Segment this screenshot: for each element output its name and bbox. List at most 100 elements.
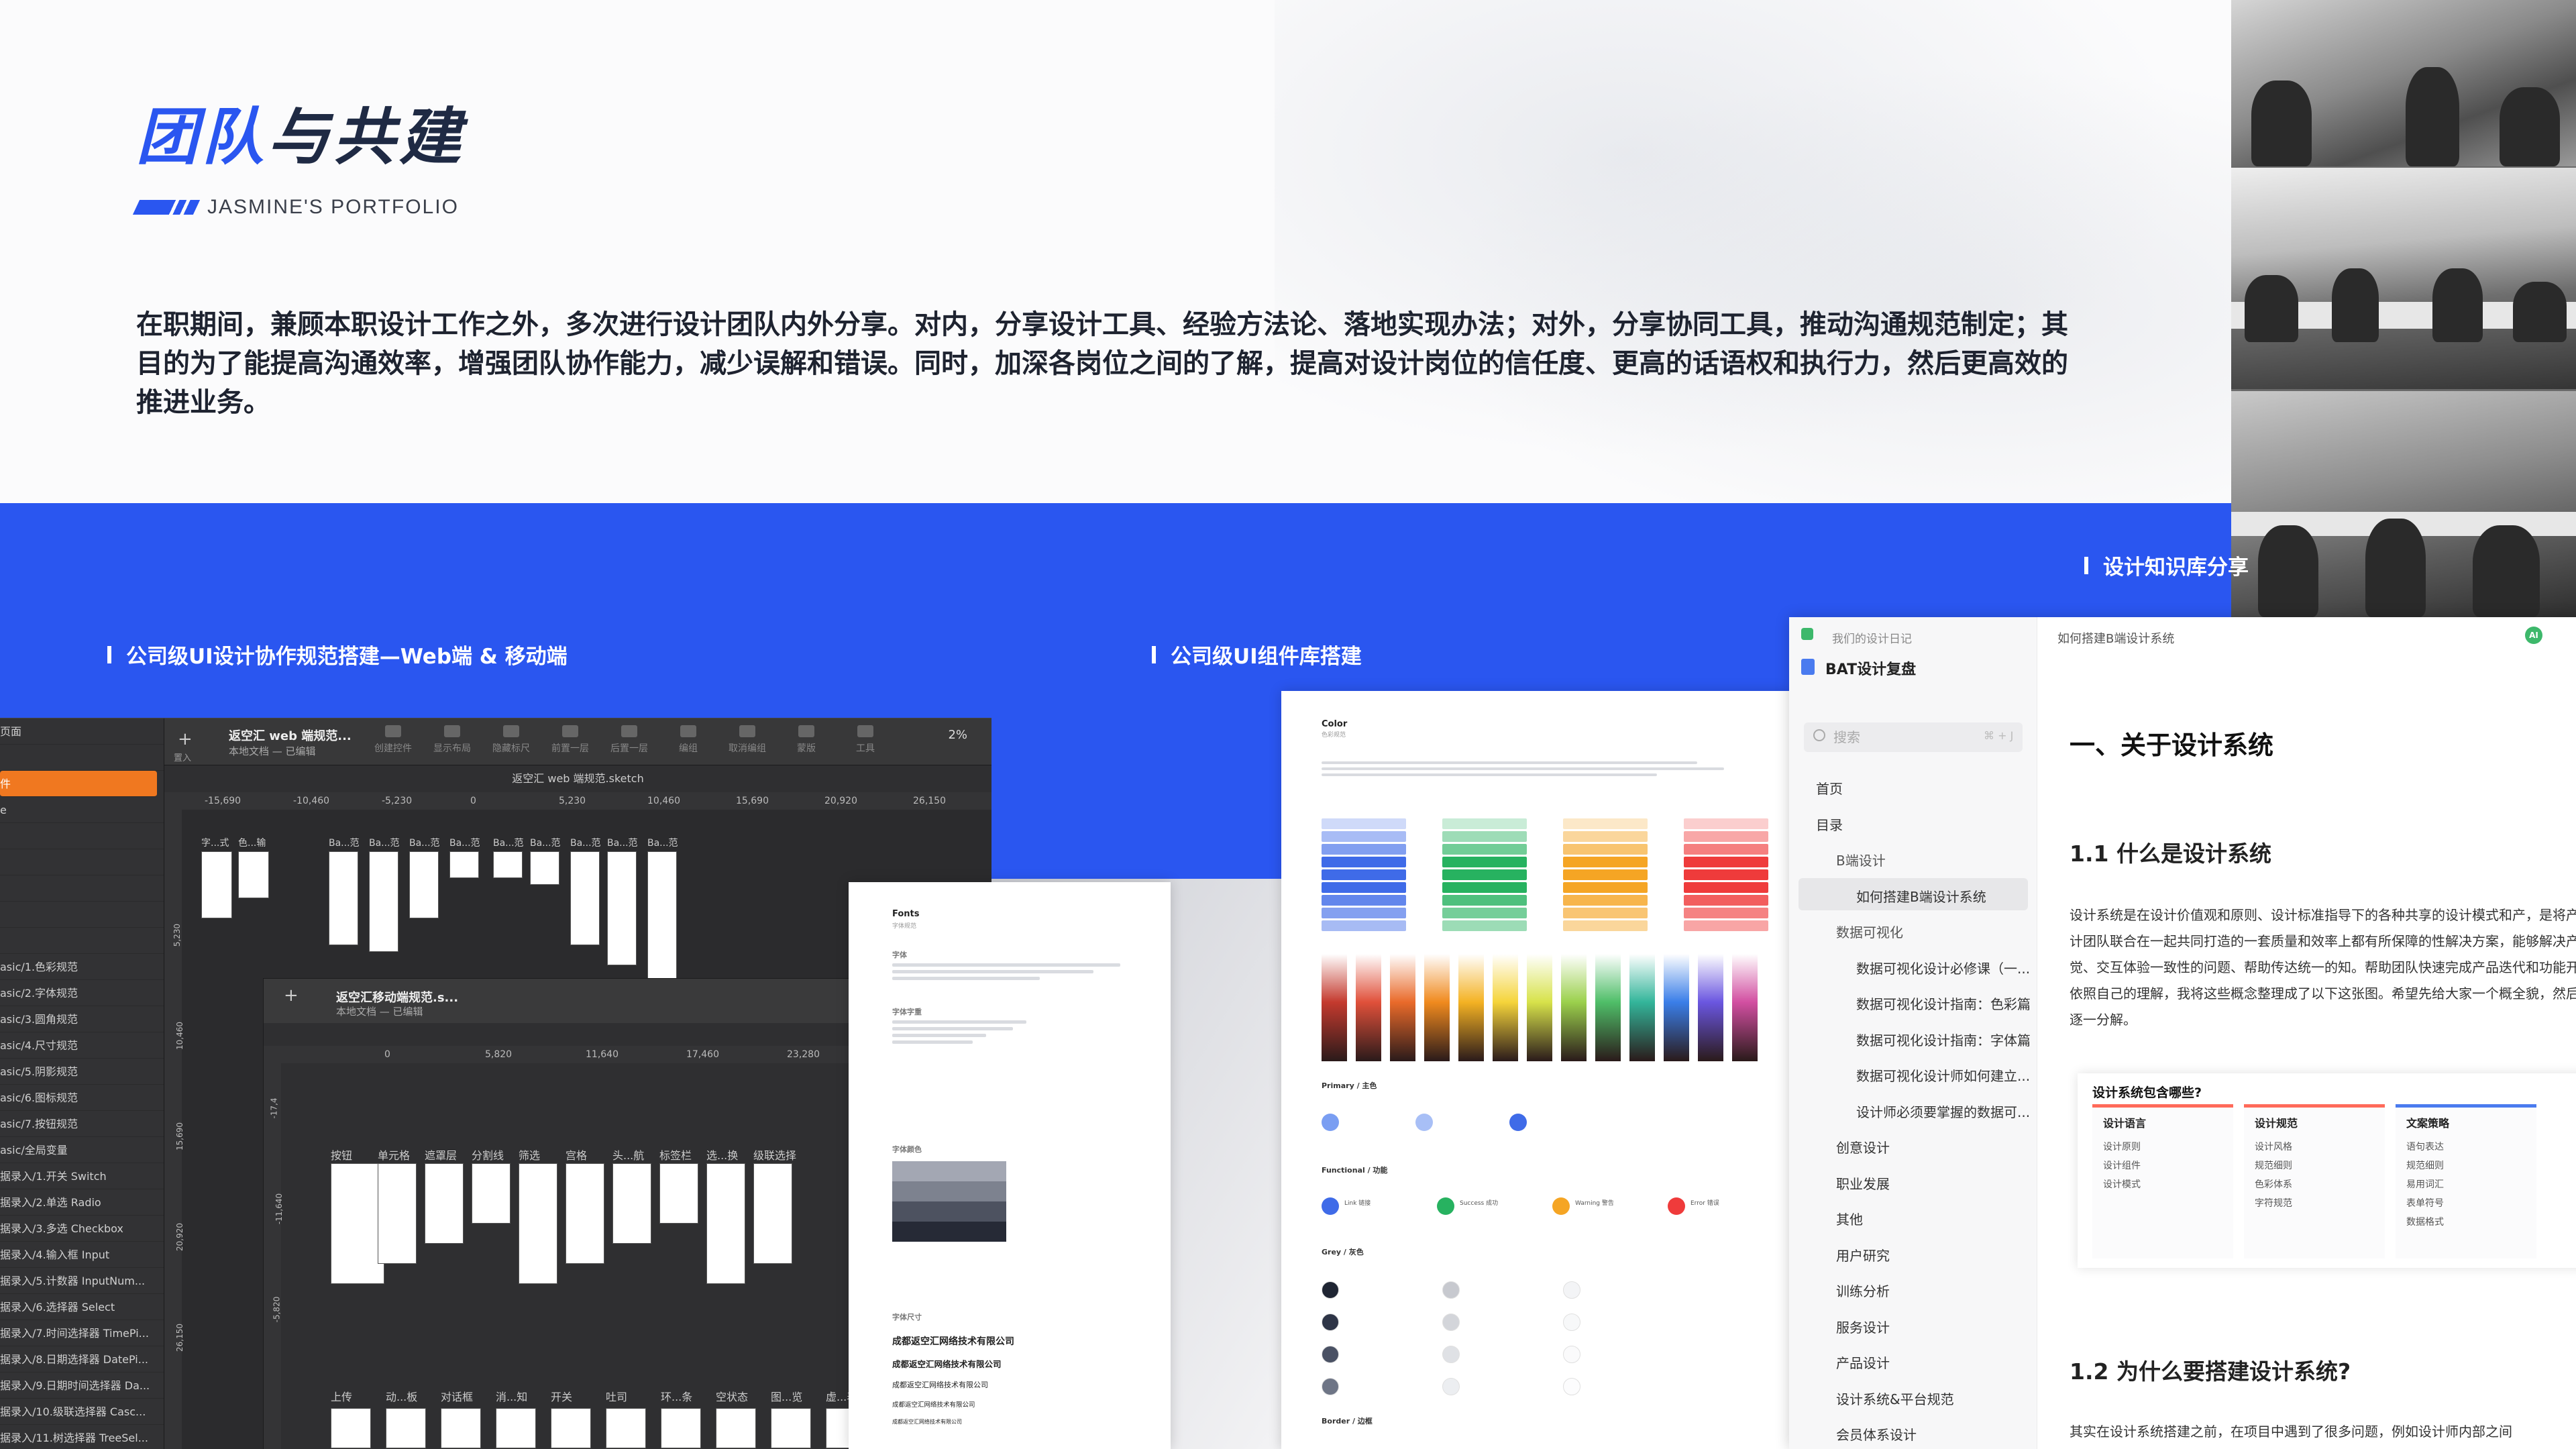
layer-item[interactable]: 据录入/7.时间选择器 TimePi...: [0, 1320, 164, 1346]
artboard[interactable]: [331, 1408, 371, 1448]
artboard[interactable]: [659, 1163, 698, 1224]
artboard[interactable]: [607, 851, 637, 965]
color-swatch: [1322, 895, 1406, 906]
layer-item[interactable]: 据录入/3.多选 Checkbox: [0, 1216, 164, 1242]
sketch-toolbar: + 置入 返空汇 web 端规范... 本地文档 — 已编辑 创建控件 显示布局 隐…: [164, 718, 991, 765]
doc-breadcrumb[interactable]: 我们的设计日记: [1832, 629, 1912, 646]
color-palette-column: [1684, 818, 1768, 933]
toolbar-tool[interactable]: 创建控件: [372, 725, 414, 755]
toolbar-tool[interactable]: 隐藏标尺: [490, 725, 532, 755]
nav-item[interactable]: B端设计: [1836, 850, 1886, 869]
zoom-level[interactable]: 2%: [948, 728, 967, 742]
artboard[interactable]: [472, 1163, 511, 1224]
layer-item[interactable]: [0, 849, 164, 875]
tool-icon: [798, 725, 814, 737]
artboard[interactable]: [238, 851, 269, 898]
artboard[interactable]: [519, 1163, 557, 1284]
artboard[interactable]: [331, 1163, 384, 1284]
artboard[interactable]: [661, 1408, 701, 1448]
artboard[interactable]: [570, 851, 600, 945]
artboard[interactable]: [201, 851, 232, 918]
nav-item[interactable]: 设计系统&平台规范: [1836, 1389, 1954, 1408]
layer-item[interactable]: [0, 745, 164, 771]
artboard[interactable]: [493, 851, 523, 878]
nav-item[interactable]: 产品设计: [1836, 1352, 1890, 1372]
spectrum-column: [1629, 954, 1655, 1061]
layer-item[interactable]: 据录入/10.级联选择器 Casc...: [0, 1399, 164, 1425]
nav-item[interactable]: 用户研究: [1836, 1245, 1890, 1265]
artboard[interactable]: [566, 1163, 604, 1264]
artboard[interactable]: [716, 1408, 756, 1448]
nav-item[interactable]: 数据可视化设计师如何建立...: [1856, 1065, 2030, 1085]
nav-item[interactable]: 创意设计: [1836, 1137, 1890, 1157]
toolbar-tool[interactable]: 取消编组: [727, 725, 768, 755]
artboard[interactable]: [612, 1163, 651, 1244]
layer-item[interactable]: 据录入/5.计数器 InputNum...: [0, 1268, 164, 1294]
layer-item[interactable]: asic/7.按钮规范: [0, 1111, 164, 1137]
layer-item[interactable]: 据录入/9.日期时间选择器 Da...: [0, 1373, 164, 1399]
nav-item[interactable]: 服务设计: [1836, 1317, 1890, 1336]
layer-item[interactable]: 据录入/6.选择器 Select: [0, 1294, 164, 1320]
artboard[interactable]: [771, 1408, 811, 1448]
layer-item[interactable]: asic/3.圆角规范: [0, 1006, 164, 1032]
layer-item[interactable]: asic/6.图标规范: [0, 1085, 164, 1111]
layer-item[interactable]: 据录入/2.单选 Radio: [0, 1189, 164, 1216]
layer-item[interactable]: 据录入/1.开关 Switch: [0, 1163, 164, 1189]
layer-item[interactable]: 据录入/8.日期选择器 DatePi...: [0, 1346, 164, 1373]
artboard[interactable]: [329, 851, 358, 945]
nav-item[interactable]: 数据可视化设计必修课（一...: [1856, 958, 2030, 977]
toolbar-tool[interactable]: 蒙版: [786, 725, 827, 755]
artboard[interactable]: [647, 851, 677, 985]
sketch-doc-title: 返空汇 web 端规范...: [229, 729, 352, 743]
add-icon[interactable]: +: [178, 729, 193, 749]
artboard[interactable]: [441, 1408, 481, 1448]
artboard[interactable]: [551, 1408, 591, 1448]
toolbar-tool[interactable]: 后置一层: [608, 725, 650, 755]
layer-item[interactable]: [0, 928, 164, 954]
ai-assistant-icon[interactable]: AI: [2525, 627, 2542, 644]
nav-item[interactable]: 如何搭建B端设计系统: [1856, 886, 1986, 906]
design-system-diagram: 设计系统包含哪些? 设计语言 设计原则 设计组件 设计模式 设计规范 设计风格 规范细则 色彩…: [2078, 1073, 2576, 1268]
layer-item[interactable]: [0, 823, 164, 849]
sketch-file-tab[interactable]: 返空汇 web 端规范.sketch: [164, 765, 991, 792]
grey-dot: [1563, 1346, 1580, 1363]
artboard[interactable]: [425, 1163, 464, 1244]
layer-item[interactable]: 据录入/11.树选择器 TreeSel...: [0, 1425, 164, 1449]
nav-item[interactable]: 数据可视化设计指南：色彩篇: [1856, 994, 2031, 1013]
layer-item[interactable]: 页面: [0, 718, 164, 745]
layer-item[interactable]: [0, 875, 164, 902]
layer-item[interactable]: 据录入/4.输入框 Input: [0, 1242, 164, 1268]
layer-item[interactable]: [0, 902, 164, 928]
nav-item[interactable]: 数据可视化设计指南：字体篇: [1856, 1030, 2031, 1049]
toolbar-tool[interactable]: 前置一层: [549, 725, 591, 755]
artboard[interactable]: [409, 851, 439, 918]
toolbar-tool[interactable]: 编组: [667, 725, 709, 755]
nav-item[interactable]: 训练分析: [1836, 1281, 1890, 1300]
nav-item[interactable]: 首页: [1816, 778, 1843, 798]
artboard[interactable]: [496, 1408, 536, 1448]
artboard[interactable]: [369, 851, 398, 952]
artboard[interactable]: [706, 1163, 745, 1284]
layer-item[interactable]: asic/1.色彩规范: [0, 954, 164, 980]
layer-item[interactable]: asic/4.尺寸规范: [0, 1032, 164, 1059]
artboard[interactable]: [449, 851, 479, 878]
toolbar-tool[interactable]: 工具: [845, 725, 886, 755]
layer-item[interactable]: asic/5.阴影规范: [0, 1059, 164, 1085]
layer-item[interactable]: e: [0, 797, 164, 823]
nav-item[interactable]: 设计师必须要掌握的数据可...: [1856, 1102, 2030, 1121]
nav-item[interactable]: 目录: [1816, 814, 1843, 834]
nav-item[interactable]: 数据可视化: [1836, 922, 1903, 941]
nav-item[interactable]: 其他: [1836, 1209, 1863, 1228]
nav-item[interactable]: 会员体系设计: [1836, 1424, 1917, 1444]
artboard[interactable]: [530, 851, 559, 885]
artboard[interactable]: [386, 1408, 426, 1448]
layer-item[interactable]: 件: [0, 771, 157, 797]
layer-item[interactable]: asic/全局变量: [0, 1137, 164, 1163]
artboard[interactable]: [378, 1163, 417, 1264]
artboard[interactable]: [606, 1408, 646, 1448]
nav-item[interactable]: 职业发展: [1836, 1173, 1890, 1193]
add-icon[interactable]: +: [284, 985, 299, 1006]
artboard[interactable]: [753, 1163, 792, 1264]
layer-item[interactable]: asic/2.字体规范: [0, 980, 164, 1006]
toolbar-tool[interactable]: 显示布局: [431, 725, 473, 755]
